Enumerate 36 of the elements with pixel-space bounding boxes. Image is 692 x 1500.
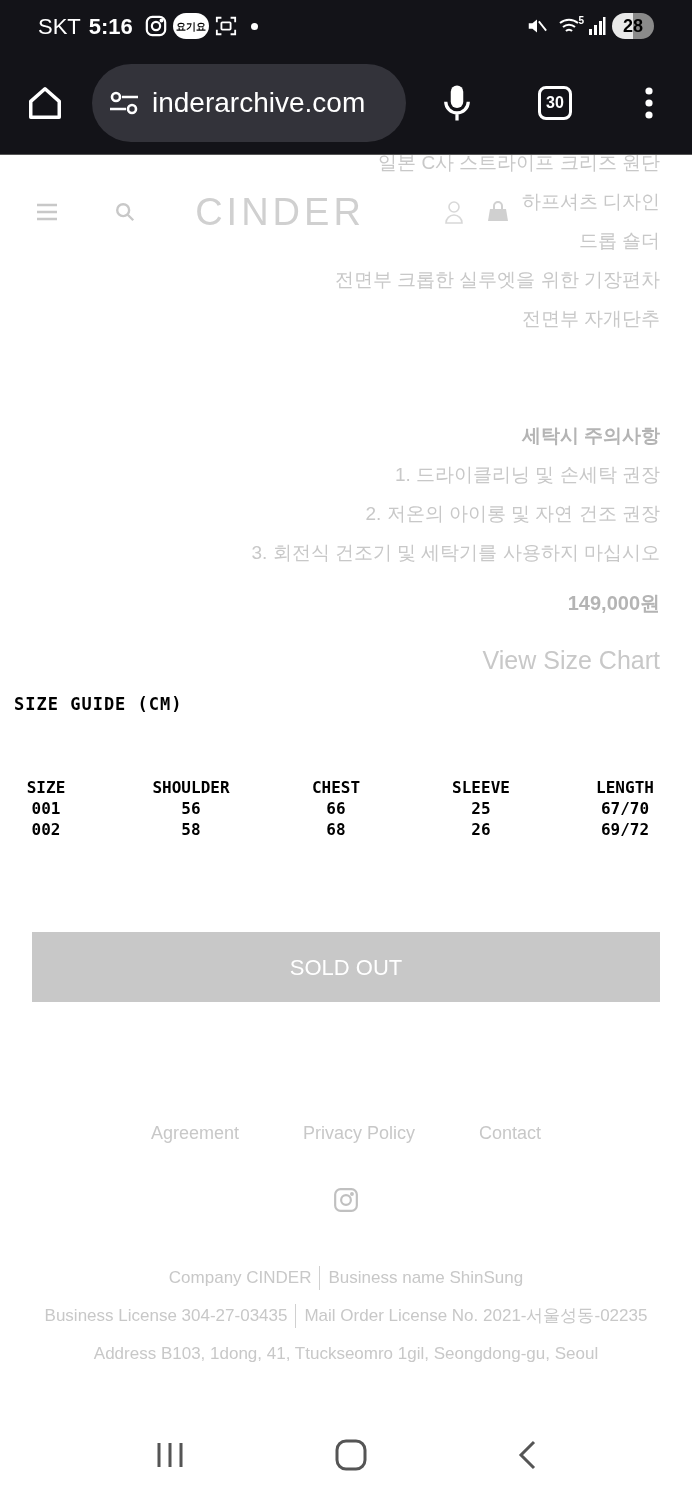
microphone-icon[interactable] (442, 83, 472, 123)
table-cell: 001 (31, 798, 61, 819)
table-cell: 58 (181, 819, 201, 840)
price: 149,000원 (567, 591, 660, 616)
network-label: 5 (578, 13, 584, 28)
url-text: inderarchive.com (152, 86, 366, 120)
table-cell: 56 (181, 798, 201, 819)
clock: 5:16 (88, 12, 133, 41)
table-cell: 002 (31, 819, 61, 840)
signal-icon (588, 16, 606, 36)
care-heading: 세탁시 주의사항 (521, 424, 660, 448)
battery-indicator: 28 (612, 13, 654, 39)
screenshot-icon (214, 15, 237, 37)
more-menu-icon[interactable] (644, 87, 654, 119)
column-header: SHOULDER (152, 777, 230, 798)
carrier: SKT (38, 12, 81, 41)
column-header: SIZE (26, 777, 66, 798)
column-header: LENGTH (596, 777, 654, 798)
site-settings-icon[interactable] (108, 90, 140, 116)
table-cell: 68 (326, 819, 346, 840)
recent-apps-icon[interactable] (155, 1441, 185, 1469)
back-icon[interactable] (517, 1440, 537, 1470)
table-cell: 26 (471, 819, 491, 840)
size-guide-title: SIZE GUIDE (CM) (14, 693, 183, 714)
home-icon[interactable] (26, 84, 64, 122)
column-header: CHEST (311, 777, 361, 798)
address-bar[interactable]: inderarchive.com (92, 64, 406, 142)
column-header: SLEEVE (452, 777, 510, 798)
table-cell: 67/70 (600, 798, 650, 819)
table-cell: 69/72 (600, 819, 650, 840)
table-cell: 25 (471, 798, 491, 819)
camera-icon (144, 15, 167, 37)
table-cell: 66 (326, 798, 346, 819)
home-button-icon[interactable] (335, 1439, 367, 1471)
app-badge: 요기요 (172, 13, 209, 39)
tab-count-button[interactable]: 30 (538, 86, 572, 120)
